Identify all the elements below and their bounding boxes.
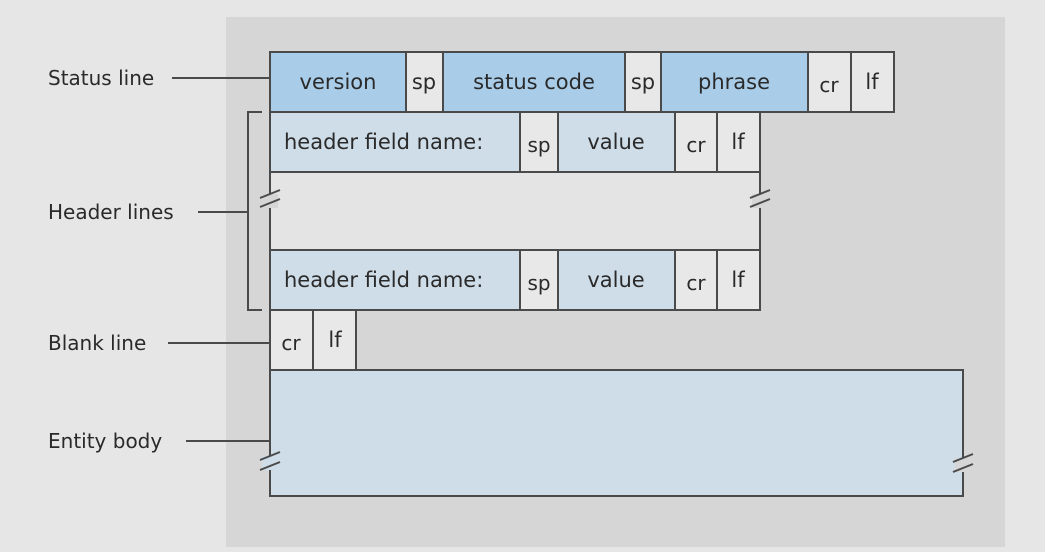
sp-text: sp xyxy=(631,70,655,94)
header-value-text: value xyxy=(587,130,644,154)
lf-text: lf xyxy=(731,268,745,292)
status-line-label: Status line xyxy=(48,66,154,90)
cr-text: cr xyxy=(686,271,706,295)
header-value-text: value xyxy=(587,268,644,292)
cr-text: cr xyxy=(281,331,301,355)
phrase-text: phrase xyxy=(698,70,770,94)
sp-text: sp xyxy=(412,70,436,94)
sp-text: sp xyxy=(527,133,550,157)
cr-text: cr xyxy=(686,133,706,157)
header-name-text: header field name: xyxy=(284,130,483,154)
lf-text: lf xyxy=(328,328,342,352)
blank-line-label: Blank line xyxy=(48,331,146,355)
entity-body-label: Entity body xyxy=(48,429,162,453)
header-lines-label: Header lines xyxy=(48,200,174,224)
omitted-header-lines xyxy=(269,171,761,251)
header-name-text: header field name: xyxy=(284,268,483,292)
lf-text: lf xyxy=(865,70,879,94)
status-code-text: status code xyxy=(473,70,595,94)
lf-text: lf xyxy=(731,130,745,154)
http-response-format-diagram: Status line Header lines Blank line Enti… xyxy=(48,17,1005,547)
sp-text: sp xyxy=(527,271,550,295)
version-text: version xyxy=(300,70,377,94)
cr-text: cr xyxy=(819,73,839,97)
entity-body-box xyxy=(269,369,964,497)
